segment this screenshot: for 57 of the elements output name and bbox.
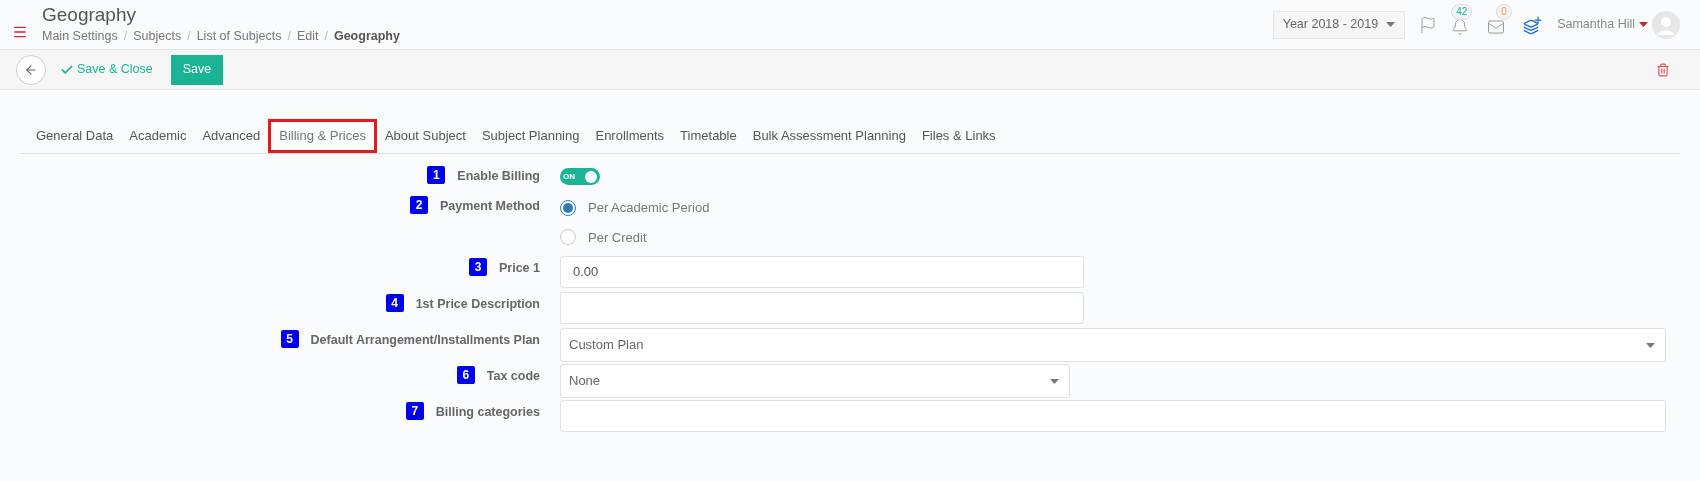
notification-badge: 42 — [1451, 3, 1473, 20]
tab[interactable]: Subject Planning — [473, 119, 588, 153]
text-field[interactable] — [560, 292, 1084, 324]
mail-icon[interactable] — [1487, 17, 1506, 36]
field-label: Enable Billing — [457, 168, 540, 185]
dropdown-caret-icon — [1646, 342, 1655, 348]
breadcrumb-separator: / — [123, 28, 128, 46]
select-field[interactable]: Custom Plan — [560, 328, 1666, 362]
radio-option[interactable]: Per Academic Period — [560, 198, 710, 218]
tab[interactable]: Advanced — [194, 119, 269, 153]
tab[interactable]: General Data — [28, 119, 122, 153]
avatar[interactable] — [1652, 10, 1680, 39]
breadcrumb-link[interactable]: Subjects — [133, 27, 182, 46]
field-label: Billing categories — [435, 404, 540, 421]
radio-option[interactable]: Per Credit — [560, 227, 710, 247]
radio-button[interactable] — [560, 199, 576, 216]
number-marker: 6 — [456, 366, 475, 384]
number-marker: 7 — [405, 402, 424, 420]
breadcrumb-separator: / — [324, 28, 328, 46]
breadcrumb-link[interactable]: Main Settings — [42, 27, 118, 46]
tab[interactable]: Billing & Prices — [268, 119, 377, 153]
number-marker: 5 — [280, 330, 299, 348]
tab[interactable]: Files & Links — [913, 119, 1004, 153]
message-badge: 0 — [1496, 3, 1512, 20]
number-marker: 2 — [410, 196, 428, 214]
breadcrumb-separator: / — [287, 28, 291, 46]
tab[interactable]: Academic — [121, 119, 195, 153]
text-field[interactable] — [560, 400, 1666, 432]
field-label: Default Arrangement/Installments Plan — [310, 332, 540, 349]
tab[interactable]: Bulk Assessment Planning — [744, 119, 914, 153]
radio-button[interactable] — [560, 229, 576, 246]
tab[interactable]: Enrollments — [587, 119, 673, 153]
tab[interactable]: Timetable — [672, 119, 745, 153]
caret-icon — [1386, 22, 1396, 27]
dropdown-caret-icon — [1050, 378, 1059, 384]
year-dropdown[interactable]: Year 2018 - 2019 — [1272, 10, 1406, 39]
user-name[interactable]: Samantha Hill — [1557, 15, 1635, 34]
text-field[interactable]: 0.00 — [560, 256, 1084, 288]
breadcrumb-link[interactable]: Edit — [296, 27, 319, 46]
breadcrumb-link[interactable]: List of Subjects — [196, 27, 282, 46]
field-label: 1st Price Description — [415, 296, 540, 313]
field-label: Tax code — [486, 368, 540, 385]
caret-icon — [1639, 22, 1648, 27]
breadcrumb-separator: / — [187, 28, 191, 46]
bell-icon[interactable] — [1451, 17, 1470, 36]
flag-icon[interactable] — [1419, 15, 1438, 34]
field-label: Price 1 — [499, 260, 540, 277]
page-title: Geography — [42, 3, 137, 28]
select-field[interactable]: None — [560, 364, 1070, 398]
field-label: Payment Method — [440, 198, 540, 215]
layers-plus-icon[interactable] — [1523, 14, 1544, 35]
back-button[interactable] — [16, 54, 46, 85]
delete-icon[interactable] — [1656, 62, 1670, 77]
number-marker: 3 — [469, 258, 487, 276]
number-marker: 1 — [427, 166, 446, 184]
tab[interactable]: About Subject — [376, 119, 474, 153]
number-marker: 4 — [385, 294, 404, 312]
